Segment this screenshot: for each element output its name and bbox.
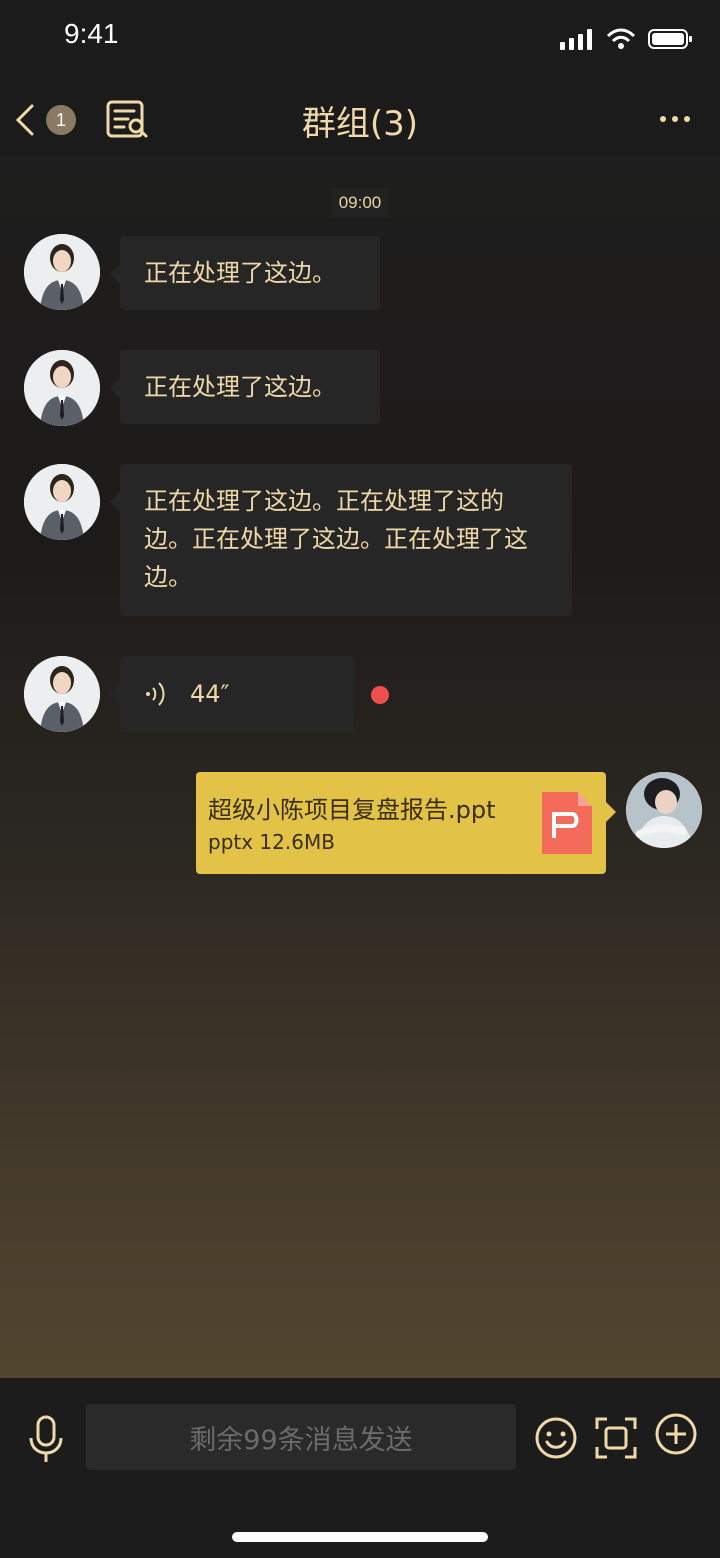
avatar[interactable] <box>24 464 100 540</box>
chat-timestamp: 09:00 <box>332 188 388 218</box>
voice-duration: 44″ <box>190 680 230 708</box>
status-icons <box>560 28 694 50</box>
message-input-placeholder: 剩余99条消息发送 <box>189 1424 413 1456</box>
avatar[interactable] <box>24 234 100 310</box>
avatar[interactable] <box>24 656 100 732</box>
file-name: 超级小陈项目复盘报告.ppt <box>208 796 496 824</box>
message-text: 正在处理了这边。 <box>144 259 336 287</box>
notes-icon <box>106 100 148 138</box>
message-text: 正在处理了这边。正在处理了这的边。正在处理了这边。正在处理了这边。 <box>144 487 528 591</box>
home-indicator[interactable] <box>232 1532 488 1542</box>
file-message-bubble[interactable]: 超级小陈项目复盘报告.ppt pptx 12.6MB <box>196 772 616 874</box>
message-bubble[interactable]: 正在处理了这边。 <box>110 236 380 310</box>
avatar-portrait-icon <box>24 656 100 732</box>
scan-button[interactable] <box>594 1416 638 1460</box>
microphone-icon <box>29 1415 63 1462</box>
scan-icon <box>595 1417 637 1459</box>
emoji-icon <box>535 1417 577 1459</box>
unplayed-dot <box>371 686 389 704</box>
ppt-file-icon <box>542 792 592 854</box>
avatar-portrait-icon <box>626 772 702 848</box>
voice-wave-icon <box>146 682 165 706</box>
avatar-portrait-icon <box>24 464 100 540</box>
battery-icon <box>648 29 692 49</box>
message-bubble[interactable]: 正在处理了这边。正在处理了这的边。正在处理了这边。正在处理了这边。 <box>110 464 572 616</box>
more-options-button[interactable] <box>654 1412 698 1456</box>
status-time: 9:41 <box>64 18 119 49</box>
more-icon <box>660 116 690 122</box>
nav-bar: 1 群组(3) <box>0 80 720 156</box>
emoji-button[interactable] <box>534 1416 578 1460</box>
signal-icon <box>560 29 592 50</box>
file-meta: pptx 12.6MB <box>208 830 335 854</box>
avatar-portrait-icon <box>24 234 100 310</box>
more-button[interactable] <box>658 104 692 134</box>
wifi-icon <box>606 28 636 49</box>
voice-message-bubble[interactable]: 44″ <box>110 656 354 732</box>
message-bubble[interactable]: 正在处理了这边。 <box>110 350 380 424</box>
input-bar: 剩余99条消息发送 <box>0 1378 720 1558</box>
chevron-left-icon <box>15 104 34 136</box>
status-bar: 9:41 <box>0 0 720 80</box>
notes-button[interactable] <box>104 96 152 144</box>
avatar[interactable] <box>24 350 100 426</box>
back-button[interactable]: 1 <box>14 98 84 142</box>
unread-badge: 1 <box>46 105 76 135</box>
message-text: 正在处理了这边。 <box>144 373 336 401</box>
message-input[interactable]: 剩余99条消息发送 <box>86 1404 516 1470</box>
avatar-portrait-icon <box>24 350 100 426</box>
my-avatar[interactable] <box>626 772 702 848</box>
plus-icon <box>655 1413 697 1455</box>
voice-input-button[interactable] <box>24 1414 68 1464</box>
